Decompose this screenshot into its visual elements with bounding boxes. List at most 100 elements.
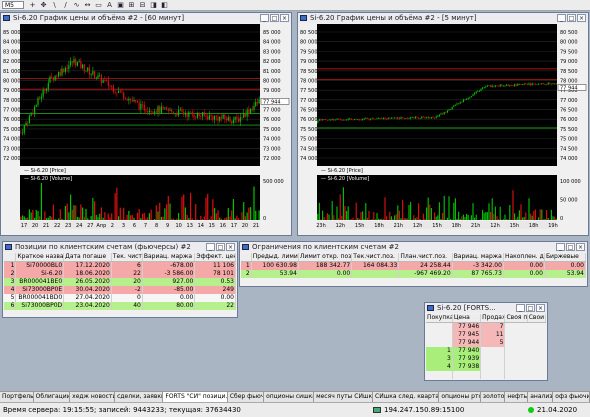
column-header[interactable]: Дата погаше — [63, 253, 112, 262]
column-header[interactable]: Своя по — [504, 314, 528, 323]
toolbar-tool-button[interactable]: + — [28, 1, 37, 9]
workspace-tab[interactable]: офз фьючи — [553, 392, 590, 402]
close-button[interactable]: × — [536, 304, 545, 312]
chart-window-60min[interactable]: Si-6.20 График цены и объёма #2 - [60 ми… — [0, 12, 292, 236]
table-row[interactable]: 4 77 938 — [426, 363, 546, 371]
workspace-tab[interactable]: Сбер фьюч — [228, 392, 265, 402]
table-cell: 0.00 — [503, 261, 545, 270]
column-header[interactable]: Свои — [527, 314, 547, 323]
workspace-tab[interactable]: FORTS "СИ" позици... — [163, 392, 228, 402]
maximize-button[interactable]: □ — [526, 304, 535, 312]
table-row[interactable]: 2 Si-6.20 18.06.2020 22 -3 586.00 78 101 — [4, 270, 236, 278]
candle-body — [510, 84, 512, 86]
volume-bar — [405, 218, 407, 220]
toolbar-tool-button[interactable]: ↔ — [83, 1, 92, 9]
column-header[interactable]: Продажа — [480, 314, 506, 323]
workspace-tab[interactable]: золото — [481, 392, 506, 402]
column-header[interactable]: Эффект. цен — [194, 253, 236, 262]
candle-body — [475, 91, 477, 93]
toolbar-tool-button[interactable]: ∿ — [72, 1, 81, 9]
column-header[interactable]: План.чист.поз. — [398, 253, 453, 262]
maximize-button[interactable]: □ — [270, 14, 279, 22]
table-cell: 4 — [4, 286, 17, 294]
column-header[interactable]: Лимит откр. поз. — [298, 253, 353, 262]
workspace-tab[interactable]: Облигации — [34, 392, 71, 402]
column-header[interactable] — [241, 253, 252, 262]
candle-body — [488, 85, 490, 87]
toolbar-tool-button[interactable]: ◧ — [160, 1, 169, 9]
toolbar-tool-button[interactable]: ⊞ — [127, 1, 136, 9]
workspace-tab[interactable]: месяч путы СИшка — [314, 392, 374, 402]
toolbar-tool-button[interactable]: ◨ — [149, 1, 158, 9]
orderbook-window[interactable]: Si-6.20 [FORTS... _□× ПокупкаЦенаПродажа… — [424, 302, 548, 381]
table-row[interactable]: 77 946 7 — [426, 322, 546, 331]
toolbar-tool-button[interactable]: / — [61, 1, 70, 9]
table-cell — [480, 355, 506, 363]
minimize-button[interactable]: _ — [516, 304, 525, 312]
positions-window[interactable]: Позиции по клиентским счетам (фьючерсы) … — [2, 241, 238, 318]
workspace-tab[interactable]: Портфель — [0, 392, 34, 402]
table-row[interactable]: 1 Si70000BL0 17.12.2020 6 -678.00 11 106 — [4, 261, 236, 270]
toolbar-tool-button[interactable]: ▭ — [94, 1, 103, 9]
table-row[interactable]: 5 BR000041BD0 27.04.2020 0 0.00 0.00 — [4, 294, 236, 302]
toolbar-tool-button[interactable]: ▣ — [116, 1, 125, 9]
column-header[interactable]: Тек. чист — [111, 253, 143, 262]
workspace-tab[interactable]: опционы ртс — [439, 392, 481, 402]
close-button[interactable]: × — [226, 243, 235, 251]
table-row[interactable]: 6 Si73000BP0D 23.04.2020 40 80.00 22 — [4, 302, 236, 310]
column-header[interactable]: Вариац. маржа — [452, 253, 504, 262]
column-header[interactable]: Накоплен. д — [503, 253, 545, 262]
positions-table[interactable]: Краткое названиеДата погашеТек. чистВари… — [4, 253, 236, 310]
maximize-button[interactable]: □ — [216, 243, 225, 251]
minimize-button[interactable]: _ — [206, 243, 215, 251]
workspace-tab[interactable]: сделки, заявки — [115, 392, 164, 402]
column-header[interactable]: Цена — [452, 314, 482, 323]
table-row[interactable]: 1 100 630.98 188 342.77 164 084.33 24 258.44… — [241, 261, 587, 270]
price-chart[interactable]: 80 500 80 500 80 000 80 000 79 500 79 500 79 0… — [299, 24, 588, 235]
minimize-button[interactable]: _ — [556, 243, 565, 251]
volume-bar — [100, 207, 103, 220]
workspace-tab[interactable]: СИшка след. квартал — [373, 392, 440, 402]
column-header[interactable]: Покупка — [426, 314, 453, 323]
table-row[interactable]: 2 53.94 0.00 -967 469.20 87 765.73 0.00 53.94 — [241, 270, 587, 278]
candle-body — [117, 91, 120, 93]
column-header[interactable]: Биржевые — [544, 253, 587, 262]
column-header[interactable]: Предыд. лимит — [251, 253, 299, 262]
table-row[interactable]: 3 77 939 — [426, 355, 546, 363]
workspace-tab[interactable]: нефть — [505, 392, 529, 402]
volume-bar — [32, 209, 34, 220]
minimize-button[interactable]: _ — [557, 14, 566, 22]
table-row[interactable]: 77 944 5 — [426, 339, 546, 347]
workspace-tab[interactable]: анализ — [528, 392, 554, 402]
workspace-tab[interactable]: опционы сишка — [264, 392, 315, 402]
maximize-button[interactable]: □ — [567, 14, 576, 22]
minimize-button[interactable]: _ — [260, 14, 269, 22]
column-header[interactable]: Краткое название — [15, 253, 65, 262]
workspace-tab[interactable]: хедж новости — [70, 392, 116, 402]
price-chart[interactable]: 85 00085 00084 00084 00083 00083 00082 0… — [2, 24, 291, 235]
column-header[interactable]: Вариац. маржа — [142, 253, 196, 262]
column-header[interactable]: Тек.чист.поз. — [351, 253, 400, 262]
volume-bar — [528, 198, 530, 220]
close-button[interactable]: × — [577, 14, 586, 22]
table-row[interactable]: 1 77 940 — [426, 347, 546, 355]
table-row[interactable]: 3 BR000041BE0 26.05.2020 20 927.00 0.53 — [4, 278, 236, 286]
orderbook-table[interactable]: ПокупкаЦенаПродажаСвоя поСвои77 946777 9… — [426, 314, 547, 379]
timeframe-select[interactable]: M5 — [2, 1, 24, 9]
toolbar-tool-button[interactable]: ✥ — [39, 1, 48, 9]
maximize-button[interactable]: □ — [566, 243, 575, 251]
table-row[interactable]: 4 Si73000BP0E 30.04.2020 -2 -85.00 249 — [4, 286, 236, 294]
toolbar-tool-button[interactable]: \ — [50, 1, 59, 9]
table-row[interactable]: 77 945 11 — [426, 331, 546, 339]
limits-table[interactable]: Предыд. лимит Лимит откр. поз. Тек.чист.по… — [241, 253, 587, 278]
close-button[interactable]: × — [280, 14, 289, 22]
limits-window[interactable]: Ограничения по клиентским счетам #2 _ □ × … — [239, 241, 588, 287]
chart-window-5min[interactable]: Si-6.20 График цены и объёма #2 - [5 мин… — [297, 12, 589, 236]
volume-bar — [512, 190, 514, 220]
column-header[interactable] — [4, 253, 17, 262]
close-button[interactable]: × — [576, 243, 585, 251]
volume-bar — [133, 217, 135, 220]
toolbar-tool-button[interactable]: A — [105, 1, 114, 9]
toolbar-tool-button[interactable]: ⊟ — [138, 1, 147, 9]
table-row[interactable] — [426, 371, 546, 379]
